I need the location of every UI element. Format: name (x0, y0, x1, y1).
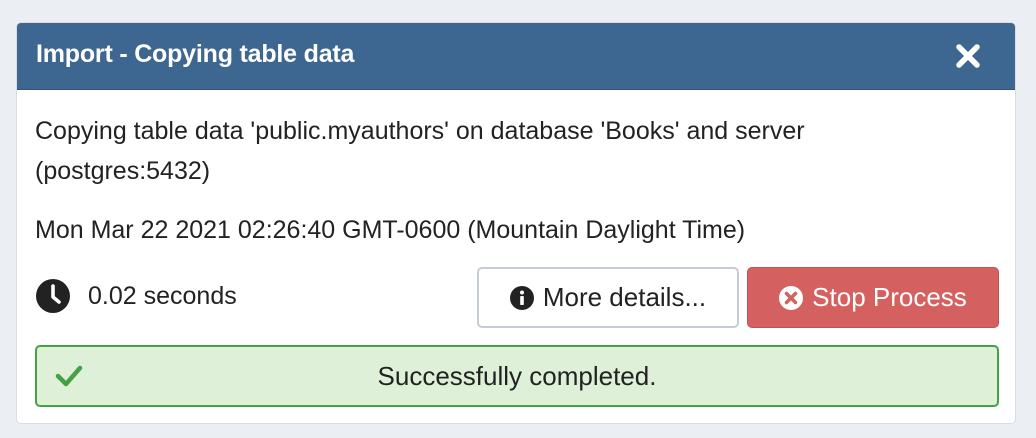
dialog-title: Import - Copying table data (36, 40, 355, 68)
more-details-button[interactable]: More details... (477, 267, 739, 328)
dialog-header: Import - Copying table data (17, 23, 1015, 90)
elapsed-time: 0.02 seconds (88, 282, 237, 310)
more-details-label: More details... (542, 282, 707, 312)
status-alert: Successfully completed. (35, 345, 999, 407)
process-timestamp: Mon Mar 22 2021 02:26:40 GMT-0600 (Mount… (35, 216, 746, 244)
close-button[interactable] (951, 39, 985, 73)
process-message: Copying table data 'public.myauthors' on… (35, 117, 805, 185)
stop-process-label: Stop Process (812, 282, 967, 312)
clock-icon (36, 279, 70, 313)
info-circle-icon (509, 285, 534, 310)
stop-process-button[interactable]: Stop Process (747, 267, 999, 328)
close-icon (956, 44, 980, 68)
import-dialog: Import - Copying table data Copying tabl… (16, 22, 1016, 424)
times-circle-icon (779, 285, 804, 310)
status-text: Successfully completed. (377, 361, 657, 391)
